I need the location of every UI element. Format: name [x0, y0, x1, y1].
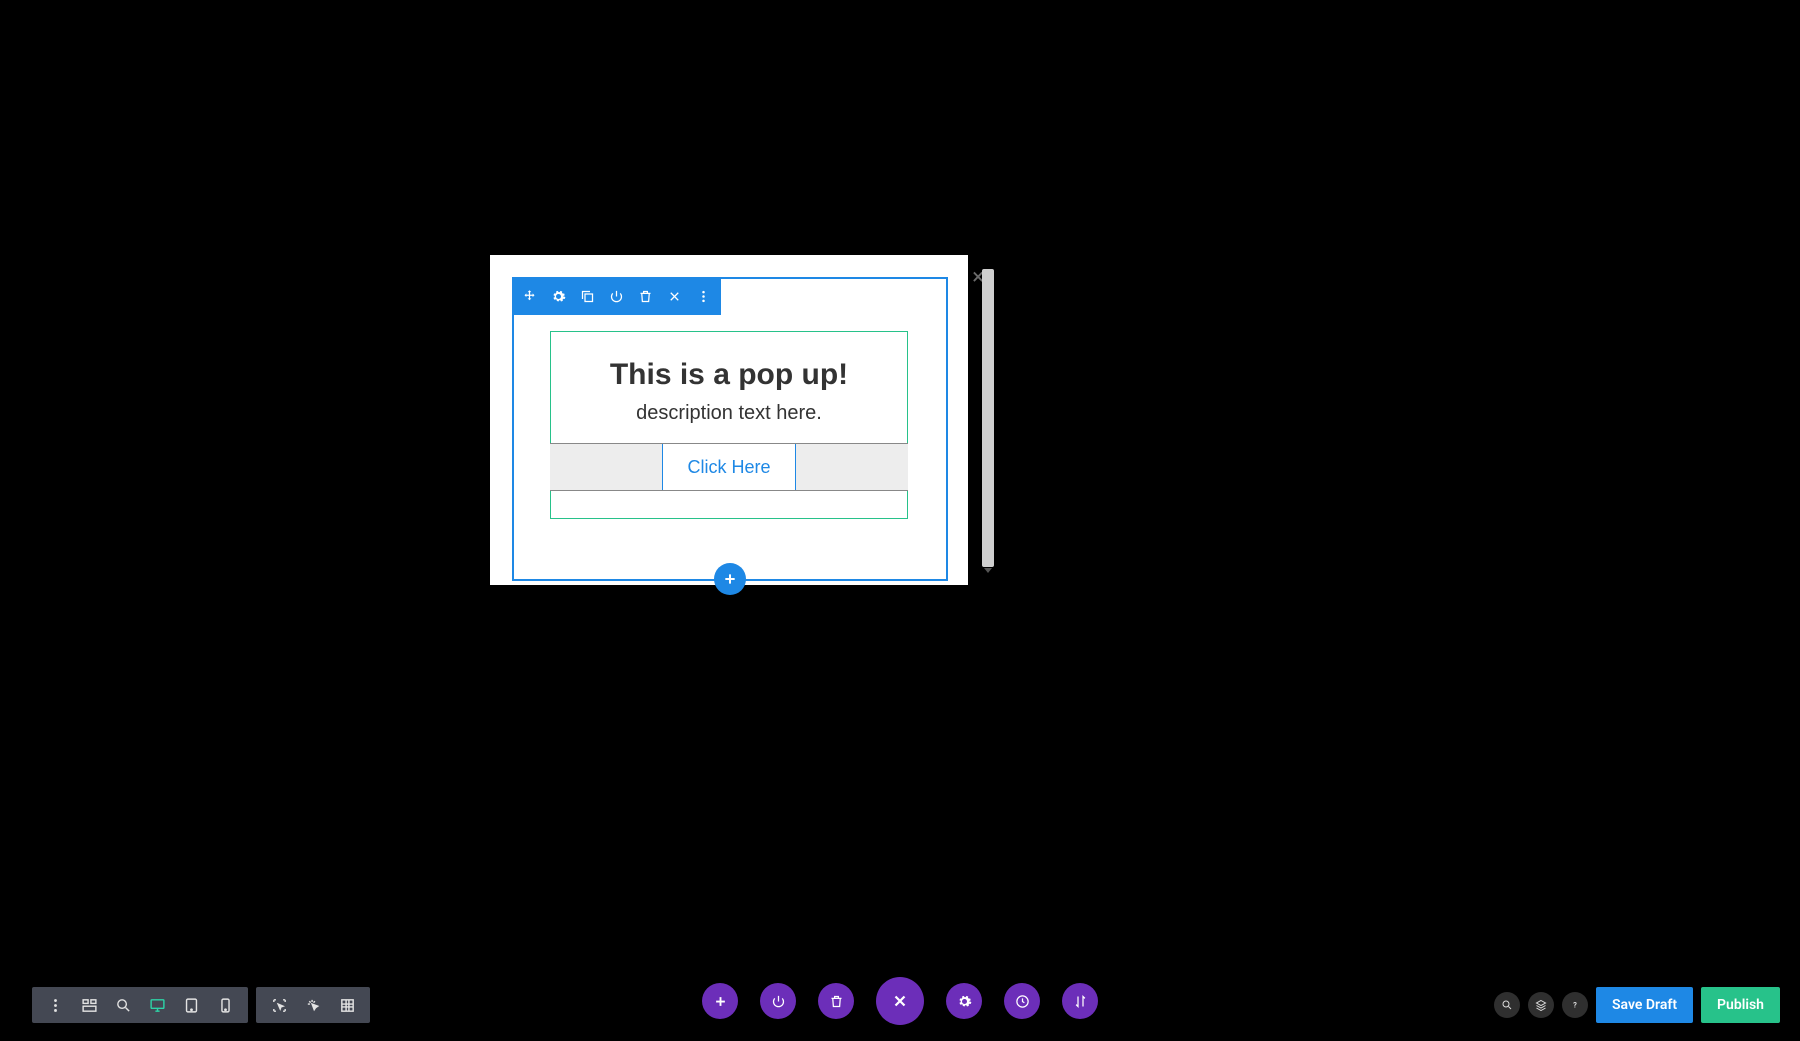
grid-icon[interactable]: [330, 987, 364, 1023]
row-outline[interactable]: This is a pop up! description text here.…: [550, 331, 908, 519]
scrollbar[interactable]: [982, 269, 994, 567]
desktop-icon[interactable]: [140, 987, 174, 1023]
move-icon[interactable]: [522, 289, 537, 304]
layers-icon[interactable]: [1528, 992, 1554, 1018]
button-row-spacer-right[interactable]: [795, 444, 908, 490]
view-toolbar: [32, 987, 370, 1023]
add-button[interactable]: [702, 983, 738, 1019]
close-button[interactable]: [876, 977, 924, 1025]
popup-title[interactable]: This is a pop up!: [551, 358, 907, 392]
duplicate-icon[interactable]: [580, 289, 595, 304]
trash-icon[interactable]: [638, 289, 653, 304]
button-row-spacer-left[interactable]: [550, 444, 663, 490]
click-icon[interactable]: [296, 987, 330, 1023]
sort-button[interactable]: [1062, 983, 1098, 1019]
zoom-icon[interactable]: [106, 987, 140, 1023]
module-toolbar: [512, 277, 721, 315]
svg-text:?: ?: [1573, 1001, 1577, 1010]
gear-icon[interactable]: [551, 289, 566, 304]
cta-button[interactable]: Click Here: [663, 444, 795, 490]
settings-button[interactable]: [946, 983, 982, 1019]
power-button[interactable]: [760, 983, 796, 1019]
popup-description[interactable]: description text here.: [551, 402, 907, 425]
wireframe-icon[interactable]: [72, 987, 106, 1023]
view-group-2: [256, 987, 370, 1023]
more-icon[interactable]: [696, 289, 711, 304]
publish-toolbar: ? Save Draft Publish: [1494, 987, 1780, 1023]
help-icon[interactable]: ?: [1562, 992, 1588, 1018]
hover-icon[interactable]: [262, 987, 296, 1023]
search-icon[interactable]: [1494, 992, 1520, 1018]
add-section-button[interactable]: [714, 563, 746, 595]
tablet-icon[interactable]: [174, 987, 208, 1023]
view-group-1: [32, 987, 248, 1023]
more-icon[interactable]: [38, 987, 72, 1023]
section-outline[interactable]: This is a pop up! description text here.…: [512, 277, 948, 581]
power-icon[interactable]: [609, 289, 624, 304]
publish-button[interactable]: Publish: [1701, 987, 1780, 1023]
popup-editor-panel: × This is: [490, 255, 968, 585]
phone-icon[interactable]: [208, 987, 242, 1023]
action-toolbar: [702, 977, 1098, 1025]
button-row: Click Here: [550, 443, 908, 491]
history-button[interactable]: [1004, 983, 1040, 1019]
delete-icon[interactable]: [667, 289, 682, 304]
trash-button[interactable]: [818, 983, 854, 1019]
save-draft-button[interactable]: Save Draft: [1596, 987, 1693, 1023]
